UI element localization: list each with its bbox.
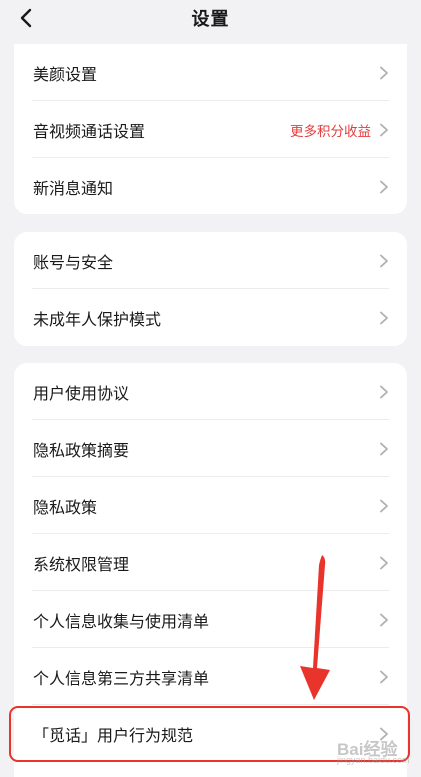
- settings-item-label: 用户使用协议: [33, 383, 130, 403]
- page-title: 设置: [191, 9, 230, 30]
- settings-item-label: 系统权限管理: [33, 554, 130, 574]
- settings-item-behavior-rules[interactable]: 「觅话」用户行为规范: [14, 705, 407, 762]
- chevron-right-icon: [377, 670, 391, 684]
- chevron-right-icon: [377, 556, 391, 570]
- settings-item-privacy-policy[interactable]: 隐私政策: [14, 477, 407, 534]
- settings-item-label: 隐私政策摘要: [33, 440, 130, 460]
- settings-item-beauty[interactable]: 美颜设置: [14, 44, 407, 101]
- chevron-right-icon: [377, 180, 391, 194]
- settings-item-label: 未成年人保护模式: [33, 309, 162, 329]
- settings-item-label: 新消息通知: [33, 178, 114, 198]
- header-bar: 设置: [0, 0, 421, 36]
- settings-item-label: 「觅话」用户行为规范: [33, 725, 194, 745]
- chevron-right-icon: [377, 442, 391, 456]
- settings-item-user-agreement[interactable]: 用户使用协议: [14, 363, 407, 420]
- chevron-right-icon: [377, 66, 391, 80]
- settings-item-third-party-sharing-list[interactable]: 个人信息第三方共享清单: [14, 648, 407, 705]
- chevron-right-icon: [377, 727, 391, 741]
- settings-item-privacy-summary[interactable]: 隐私政策摘要: [14, 420, 407, 477]
- settings-group-1: 美颜设置 音视频通话设置 更多积分收益 新消息通知: [14, 44, 407, 214]
- settings-item-label: 隐私政策: [33, 497, 98, 517]
- settings-item-label: 个人信息收集与使用清单: [33, 611, 210, 631]
- chevron-right-icon: [377, 385, 391, 399]
- chevron-right-icon: [377, 311, 391, 325]
- settings-item-label: 美颜设置: [33, 64, 98, 84]
- chevron-right-icon: [377, 499, 391, 513]
- chevron-right-icon: [377, 613, 391, 627]
- settings-item-account-security[interactable]: 账号与安全: [14, 232, 407, 289]
- settings-item-label: 账号与安全: [33, 252, 114, 272]
- chevron-right-icon: [377, 254, 391, 268]
- settings-item-notifications[interactable]: 新消息通知: [14, 158, 407, 214]
- settings-item-label: 个人信息第三方共享清单: [33, 668, 210, 688]
- chevron-right-icon: [377, 123, 391, 137]
- settings-item-av-call[interactable]: 音视频通话设置 更多积分收益: [14, 101, 407, 158]
- settings-item-permissions[interactable]: 系统权限管理: [14, 534, 407, 591]
- settings-item-minor-mode[interactable]: 未成年人保护模式: [14, 289, 407, 346]
- settings-item-label: 音视频通话设置: [33, 121, 146, 141]
- settings-group-3: 用户使用协议 隐私政策摘要 隐私政策 系统权限管理 个人信息收集与使用清单 个人…: [14, 363, 407, 777]
- settings-group-2: 账号与安全 未成年人保护模式: [14, 232, 407, 346]
- settings-item-data-collection-list[interactable]: 个人信息收集与使用清单: [14, 591, 407, 648]
- promo-text: 更多积分收益: [290, 123, 371, 140]
